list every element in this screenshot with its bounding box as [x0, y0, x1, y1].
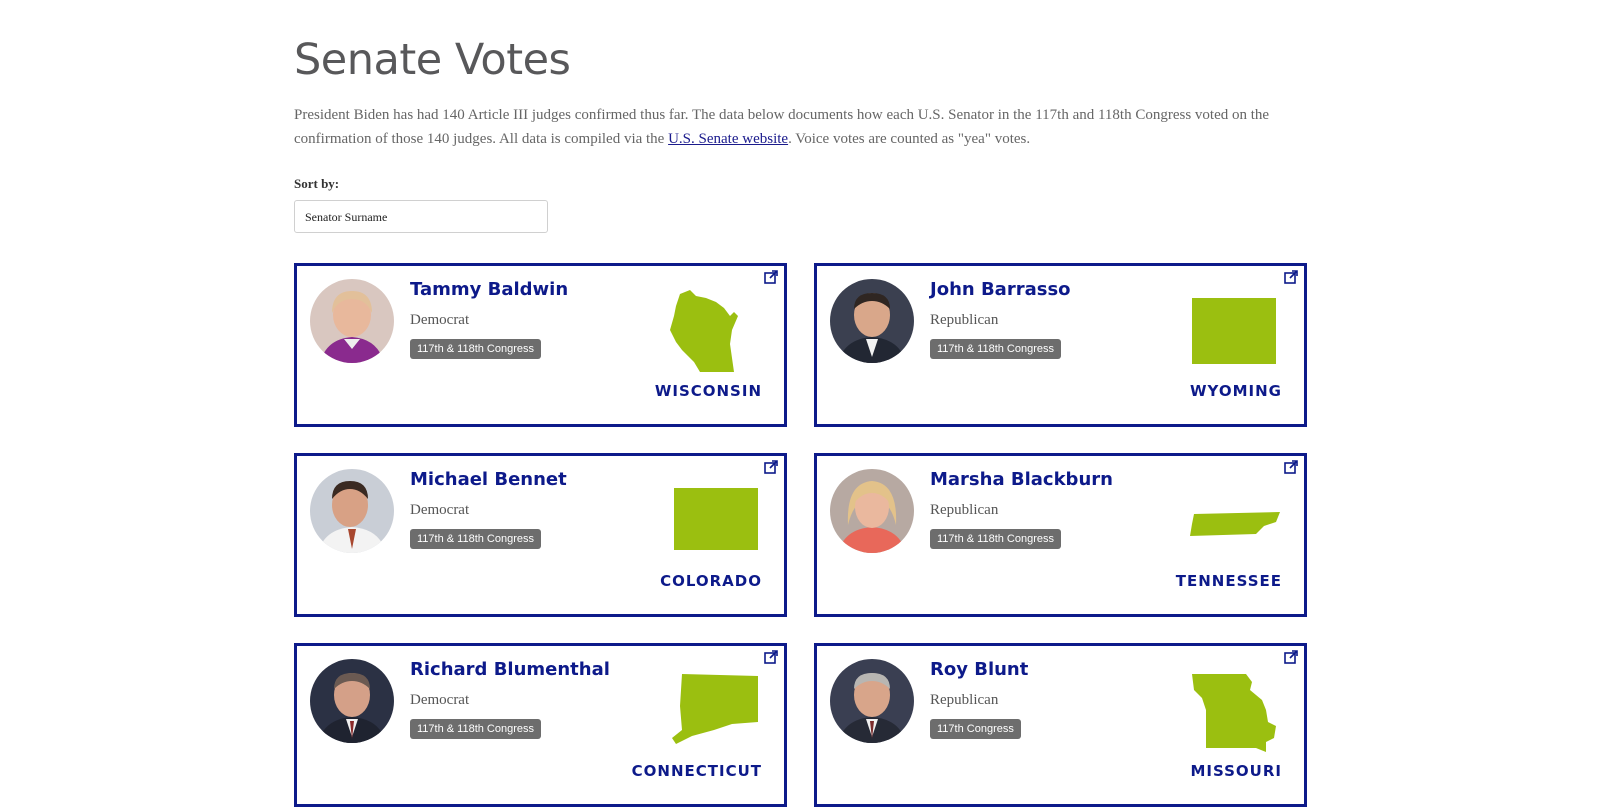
state-name: MISSOURI	[1190, 762, 1282, 780]
state-name: WYOMING	[1190, 382, 1282, 400]
external-link-icon[interactable]	[1284, 270, 1298, 284]
senator-name[interactable]: Michael Bennet	[410, 469, 567, 490]
intro-text-part: . Voice votes are counted as "yea" votes…	[788, 131, 1031, 147]
senate-website-link[interactable]: U.S. Senate website	[668, 131, 788, 147]
senator-card[interactable]: Marsha Blackburn Republican 117th & 118t…	[814, 453, 1307, 617]
congress-badge: 117th Congress	[930, 719, 1021, 739]
senator-photo	[830, 469, 914, 553]
external-link-icon[interactable]	[764, 460, 778, 474]
senator-name[interactable]: Marsha Blackburn	[930, 469, 1113, 490]
wisconsin-shape-icon	[670, 290, 738, 372]
sort-label: Sort by:	[294, 176, 340, 191]
senator-photo	[310, 659, 394, 743]
senator-party: Democrat	[410, 502, 470, 518]
state-name: TENNESSEE	[1175, 572, 1282, 590]
senator-name[interactable]: Roy Blunt	[930, 659, 1028, 680]
congress-badge: 117th & 118th Congress	[410, 529, 542, 549]
senator-photo	[310, 469, 394, 553]
senator-name[interactable]: Richard Blumenthal	[410, 659, 610, 680]
senator-card[interactable]: Roy Blunt Republican 117th Congress MISS…	[814, 643, 1307, 807]
senator-photo	[310, 279, 394, 363]
page-title: Senate Votes	[294, 35, 571, 85]
state-name: CONNECTICUT	[631, 762, 762, 780]
external-link-icon[interactable]	[764, 270, 778, 284]
senator-party: Republican	[930, 312, 999, 328]
intro-text: President Biden has had 140 Article III …	[294, 103, 1294, 151]
senator-photo	[830, 659, 914, 743]
senator-photo	[830, 279, 914, 363]
senator-card[interactable]: Richard Blumenthal Democrat 117th & 118t…	[294, 643, 787, 807]
congress-badge: 117th & 118th Congress	[410, 339, 542, 359]
missouri-shape-icon	[1192, 674, 1276, 752]
external-link-icon[interactable]	[1284, 650, 1298, 664]
senator-card[interactable]: John Barrasso Republican 117th & 118th C…	[814, 263, 1307, 427]
wyoming-shape-icon	[1192, 298, 1276, 364]
senator-party: Republican	[930, 502, 999, 518]
external-link-icon[interactable]	[764, 650, 778, 664]
connecticut-shape-icon	[672, 674, 758, 744]
senator-party: Democrat	[410, 312, 470, 328]
congress-badge: 117th & 118th Congress	[930, 339, 1062, 359]
senator-name[interactable]: Tammy Baldwin	[410, 279, 568, 300]
senator-party: Democrat	[410, 692, 470, 708]
state-name: COLORADO	[660, 572, 762, 590]
senator-party: Republican	[930, 692, 999, 708]
colorado-shape-icon	[674, 488, 758, 550]
external-link-icon[interactable]	[1284, 460, 1298, 474]
senator-card[interactable]: Michael Bennet Democrat 117th & 118th Co…	[294, 453, 787, 617]
congress-badge: 117th & 118th Congress	[930, 529, 1062, 549]
senator-card[interactable]: Tammy Baldwin Democrat 117th & 118th Con…	[294, 263, 787, 427]
state-name: WISCONSIN	[654, 382, 762, 400]
sort-select[interactable]: Senator Surname	[294, 200, 548, 233]
tennessee-shape-icon	[1190, 512, 1280, 536]
senator-name[interactable]: John Barrasso	[930, 279, 1071, 300]
congress-badge: 117th & 118th Congress	[410, 719, 542, 739]
